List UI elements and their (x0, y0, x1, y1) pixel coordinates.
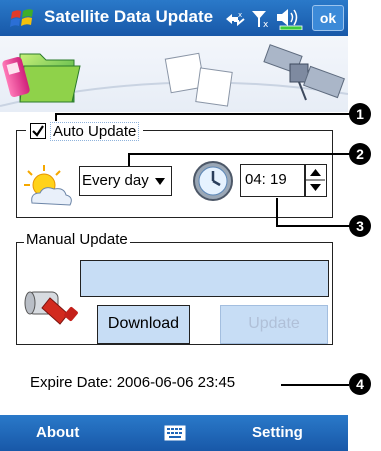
update-button[interactable]: Update (220, 305, 328, 344)
banner-illustration (0, 44, 349, 107)
softkey-bar: About Setting (0, 415, 348, 451)
callout-line-1-drop (55, 113, 57, 121)
windows-start-icon[interactable] (10, 7, 34, 29)
about-softkey[interactable]: About (36, 424, 79, 441)
callout-line-3 (276, 225, 350, 227)
connectivity-icon[interactable]: x (224, 10, 246, 28)
keyboard-icon[interactable] (164, 425, 186, 441)
auto-update-checkbox[interactable] (30, 123, 46, 139)
download-button[interactable]: Download (97, 305, 190, 344)
frequency-select[interactable]: Every day (79, 166, 172, 196)
clock-icon (193, 161, 233, 201)
expire-date: Expire Date: 2006-06-06 23:45 (30, 374, 236, 391)
title-bar: Satellite Data Update x x ok (0, 0, 348, 36)
satellite-icon (263, 44, 345, 101)
callout-line-1 (55, 113, 350, 115)
dropdown-arrow-icon (155, 178, 165, 185)
callout-line-3-drop (276, 198, 278, 226)
document-icon (164, 52, 233, 107)
svg-text:x: x (263, 20, 269, 28)
pipe-icon (24, 291, 78, 325)
check-icon (32, 125, 44, 137)
spinner-arrows-icon (306, 169, 325, 191)
callout-line-4 (281, 384, 349, 386)
folder-icon (19, 53, 81, 103)
signal-icon[interactable]: x (250, 8, 272, 28)
svg-text:x: x (238, 11, 242, 19)
callout-2: 2 (349, 143, 371, 165)
setting-softkey[interactable]: Setting (252, 424, 303, 441)
time-spinner[interactable] (305, 164, 327, 197)
auto-update-label[interactable]: Auto Update (50, 121, 140, 141)
callout-line-2 (128, 153, 350, 155)
callout-1: 1 (349, 103, 371, 125)
callout-3: 3 (349, 215, 371, 237)
header-banner (0, 36, 349, 112)
manual-update-label: Manual Update (24, 231, 130, 248)
frequency-value: Every day (82, 172, 149, 189)
callout-4: 4 (349, 373, 371, 395)
auto-update-header: Auto Update (26, 120, 144, 142)
ok-button[interactable]: ok (312, 5, 344, 31)
volume-icon[interactable] (276, 8, 308, 30)
window-title: Satellite Data Update (44, 7, 214, 26)
time-input[interactable]: 04: 19 (240, 164, 305, 197)
download-status-field (80, 260, 329, 297)
weather-icon (24, 165, 72, 206)
callout-line-2-drop (128, 153, 130, 166)
